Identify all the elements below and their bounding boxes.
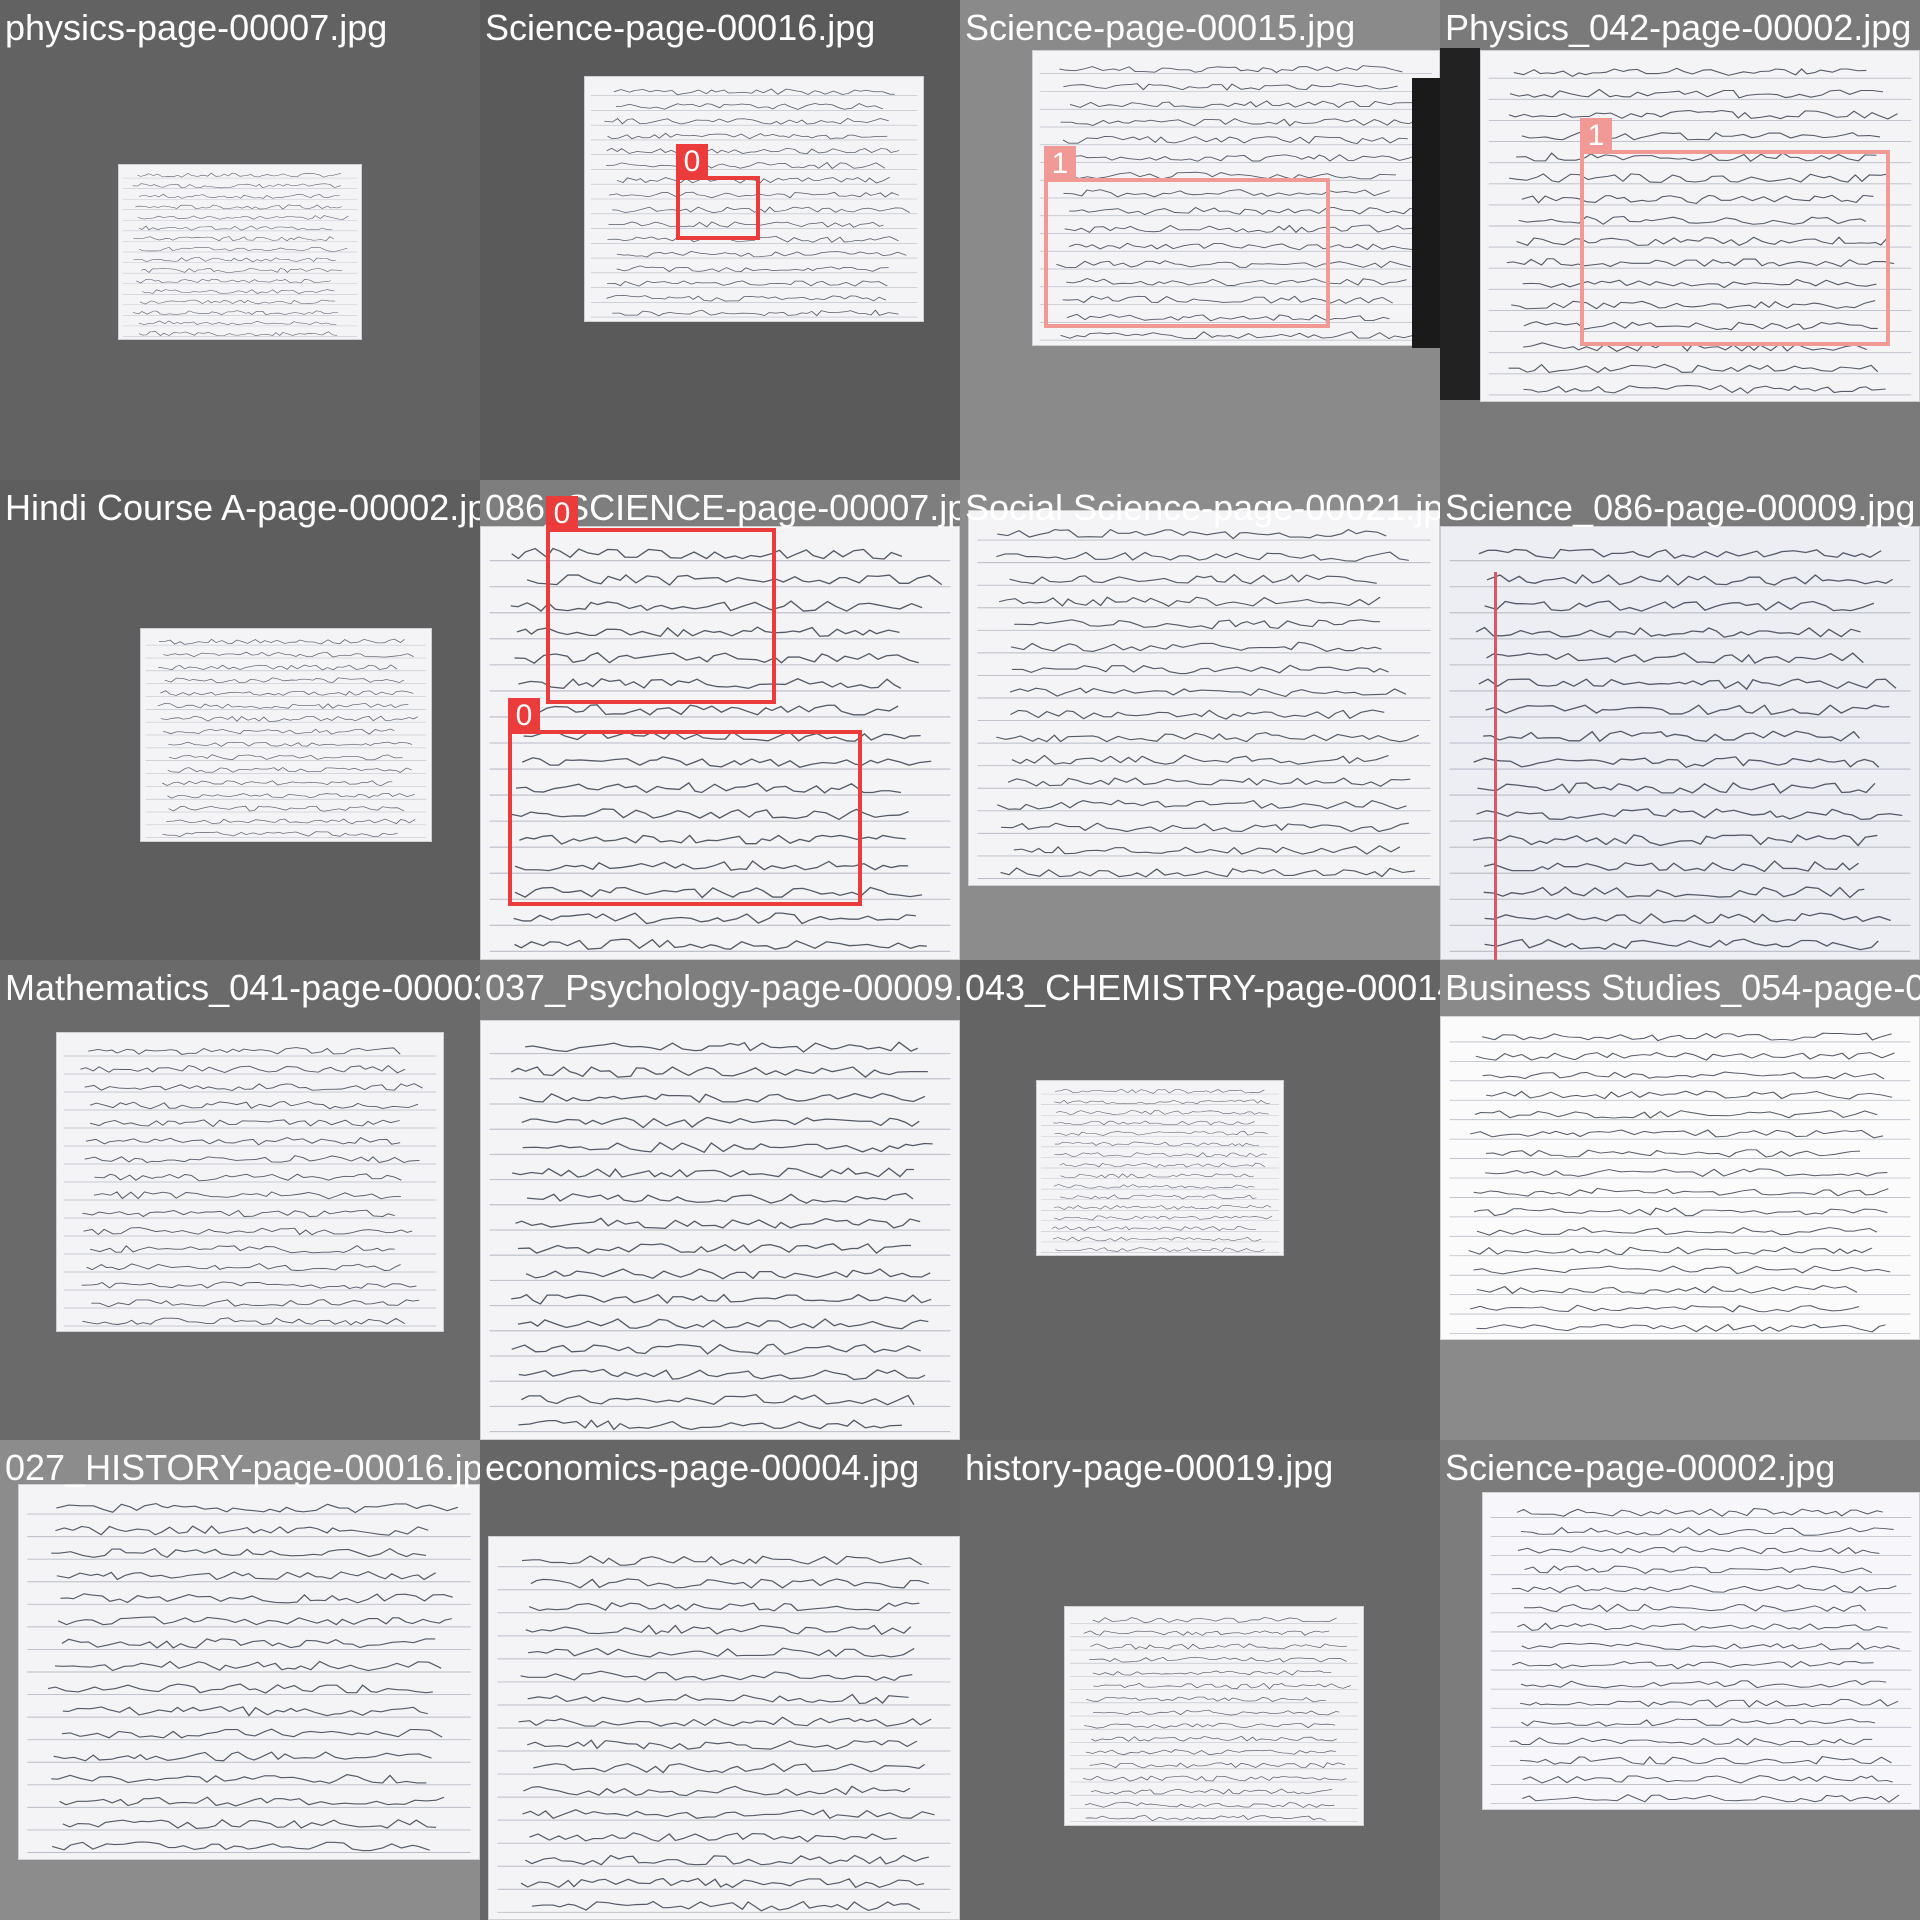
detection-class-label: 0 — [546, 496, 578, 532]
tile-filename: Science-page-00016.jpg — [485, 7, 876, 48]
tile: Social Science-page-00021.jpg — [960, 480, 1440, 960]
detection-class-label: 1 — [1580, 118, 1612, 154]
page-scan — [1482, 1492, 1920, 1810]
handwriting-lines — [122, 172, 358, 337]
handwriting-lines — [1040, 1088, 1280, 1253]
page-scan — [968, 510, 1440, 886]
page-scan — [1036, 1080, 1284, 1256]
page-scan — [18, 1484, 480, 1860]
tile: history-page-00019.jpg — [960, 1440, 1440, 1920]
handwriting-lines — [1490, 1508, 1912, 1805]
tile-filename: 043_CHEMISTRY-page-00014.jpg — [965, 967, 1440, 1008]
handwriting-lines — [1070, 1617, 1358, 1822]
handwriting-lines — [497, 1555, 951, 1913]
tile-filename: Hindi Course A-page-00002.jpg — [5, 487, 480, 528]
tile-filename: Business Studies_054-page-00002.jpg — [1445, 967, 1920, 1008]
tile: Science-page-00002.jpg — [1440, 1440, 1920, 1920]
handwriting-lines — [977, 528, 1431, 879]
tile-filename: Physics_042-page-00002.jpg — [1445, 7, 1912, 48]
tile: 027_HISTORY-page-00016.jpg — [0, 1440, 480, 1920]
tile: economics-page-00004.jpg — [480, 1440, 960, 1920]
handwriting-lines — [145, 638, 427, 838]
tile: Science_086-page-00009.jpg — [1440, 480, 1920, 960]
page-scan — [118, 164, 362, 340]
scan-edge-shadow — [1412, 78, 1440, 348]
handwriting-lines — [63, 1047, 437, 1327]
tile-filename: history-page-00019.jpg — [965, 1447, 1334, 1488]
page-scan — [480, 1020, 960, 1440]
tile: Hindi Course A-page-00002.jpg — [0, 480, 480, 960]
tile: 1 Science-page-00015.jpg — [960, 0, 1440, 480]
tile: 0 Science-page-00016.jpg — [480, 0, 960, 480]
detection-box: 0 — [508, 698, 862, 906]
mosaic-grid: physics-page-00007.jpg 0 Science-page-00… — [0, 0, 1920, 1920]
tile: Mathematics_041-page-00003.jpg — [0, 960, 480, 1440]
tile-filename: Science-page-00015.jpg — [965, 7, 1356, 48]
tile-filename: Science-page-00002.jpg — [1445, 1447, 1836, 1488]
tile-filename: economics-page-00004.jpg — [485, 1447, 920, 1488]
page-scan — [140, 628, 432, 842]
tile-filename: 027_HISTORY-page-00016.jpg — [5, 1447, 480, 1488]
detection-box: 0 — [546, 496, 776, 704]
page-scan — [1440, 1016, 1920, 1340]
detection-box: 1 — [1580, 118, 1890, 346]
tile: 037_Psychology-page-00009.jpg — [480, 960, 960, 1440]
handwriting-lines — [1449, 548, 1911, 952]
tile: 043_CHEMISTRY-page-00014.jpg — [960, 960, 1440, 1440]
tile-filename: Science_086-page-00009.jpg — [1445, 487, 1916, 528]
tile: physics-page-00007.jpg — [0, 0, 480, 480]
handwriting-lines — [489, 1041, 951, 1433]
detection-class-label: 0 — [676, 144, 708, 180]
handwriting-lines — [27, 1502, 471, 1853]
tile-filename: Mathematics_041-page-00003.jpg — [5, 967, 480, 1008]
detection-box: 1 — [1044, 146, 1330, 328]
detection-class-label: 1 — [1044, 146, 1076, 182]
page-scan — [1440, 526, 1920, 960]
tile: 0 0 086_SCIENCE-page-00007.jpg — [480, 480, 960, 960]
margin-line — [1494, 572, 1497, 960]
handwriting-lines — [1449, 1032, 1911, 1334]
page-scan — [56, 1032, 444, 1332]
detection-box: 0 — [676, 144, 760, 240]
tile-filename: 037_Psychology-page-00009.jpg — [485, 967, 960, 1008]
tile-filename: physics-page-00007.jpg — [5, 7, 388, 48]
tile-filename: Social Science-page-00021.jpg — [965, 487, 1440, 528]
page-scan — [1064, 1606, 1364, 1826]
tile: Business Studies_054-page-00002.jpg — [1440, 960, 1920, 1440]
detection-class-label: 0 — [508, 698, 540, 734]
page-scan — [488, 1536, 960, 1920]
tile: 1 Physics_042-page-00002.jpg — [1440, 0, 1920, 480]
scan-edge-shadow — [1440, 48, 1480, 400]
